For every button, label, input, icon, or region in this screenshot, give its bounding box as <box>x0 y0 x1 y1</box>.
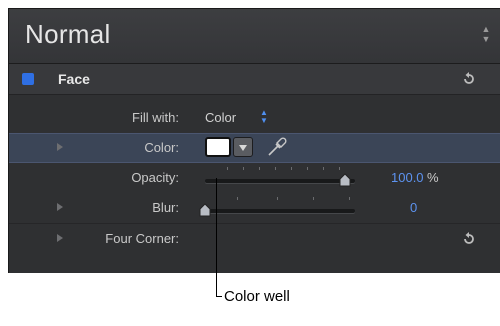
opacity-unit: % <box>427 170 439 185</box>
section-title: Face <box>58 71 90 87</box>
callout-tick <box>216 296 222 297</box>
fill-with-popup[interactable]: Color <box>205 110 236 125</box>
color-row[interactable]: Color: <box>9 133 500 163</box>
blur-slider[interactable] <box>205 209 355 213</box>
face-enable-checkbox[interactable] <box>22 73 34 85</box>
popup-arrows-icon[interactable]: ▲ ▼ <box>260 109 268 125</box>
reset-arrow-icon[interactable] <box>462 72 476 86</box>
slider-ticks <box>205 197 355 203</box>
color-well[interactable] <box>205 137 231 157</box>
blur-value[interactable]: 0 <box>410 200 417 215</box>
blur-row: Blur: 0 <box>9 193 500 223</box>
color-label: Color: <box>144 140 179 155</box>
blur-slider-thumb[interactable] <box>199 203 211 217</box>
reset-arrow-icon[interactable] <box>462 232 476 246</box>
preset-label: Normal <box>25 19 111 49</box>
inspector-panel: Normal ▲ ▼ Face Fill with: Color ▲ ▼ Color… <box>8 8 500 273</box>
disclosure-triangle-icon[interactable] <box>57 234 63 242</box>
opacity-slider[interactable] <box>205 179 355 183</box>
preset-popup[interactable]: Normal ▲ ▼ <box>9 9 500 64</box>
slider-ticks <box>205 167 355 173</box>
disclosure-triangle-icon[interactable] <box>57 143 63 151</box>
opacity-value[interactable]: 100.0 <box>391 170 424 185</box>
fill-with-row: Fill with: Color ▲ ▼ <box>9 103 500 133</box>
up-down-stepper-icon[interactable]: ▲ ▼ <box>481 24 491 46</box>
face-section-header[interactable]: Face <box>9 64 500 95</box>
opacity-row: Opacity: 100.0 % <box>9 163 500 193</box>
eyedropper-icon[interactable] <box>265 137 287 159</box>
color-menu-button[interactable] <box>233 137 253 157</box>
opacity-label: Opacity: <box>131 170 179 185</box>
opacity-slider-thumb[interactable] <box>339 173 351 187</box>
callout-line <box>216 178 217 297</box>
disclosure-triangle-icon[interactable] <box>57 203 63 211</box>
callout-label: Color well <box>224 288 290 305</box>
four-corner-label: Four Corner: <box>105 231 179 246</box>
fill-with-label: Fill with: <box>132 110 179 125</box>
four-corner-row[interactable]: Four Corner: <box>9 223 500 254</box>
blur-label: Blur: <box>152 200 179 215</box>
